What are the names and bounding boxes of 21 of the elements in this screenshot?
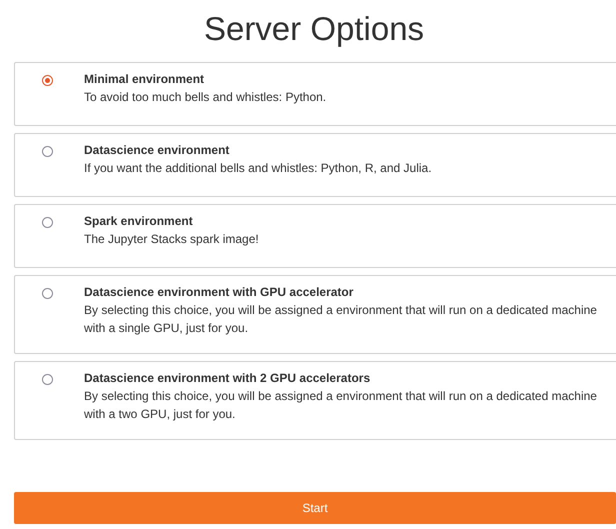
option-name: Datascience environment with 2 GPU accelerators <box>84 370 372 387</box>
option-card[interactable]: Spark environment The Jupyter Stacks spark image! <box>14 204 616 268</box>
option-description: The Jupyter Stacks spark image! <box>84 231 259 248</box>
option-description: By selecting this choice, you will be assigned a environment that will run on a dedicated machine with a single GPU, just for you. <box>84 302 598 337</box>
radio-button[interactable] <box>42 374 53 385</box>
option-description: If you want the additional bells and whistles: Python, R, and Julia. <box>84 160 432 177</box>
option-description: To avoid too much bells and whistles: Python. <box>84 89 326 106</box>
option-name: Spark environment <box>84 213 194 230</box>
option-card[interactable]: Datascience environment with GPU accelerator By selecting this choice, you will be assigned a environment that will run on a dedicated machine with a single GPU, just for you. <box>14 275 616 354</box>
option-name: Datascience environment <box>84 142 230 159</box>
option-card[interactable]: Datascience environment If you want the additional bells and whistles: Python, R, and Julia. <box>14 133 616 197</box>
radio-button[interactable] <box>42 288 53 299</box>
page-title: Server Options <box>202 9 426 49</box>
option-name: Datascience environment with GPU accelerator <box>84 284 354 301</box>
option-card[interactable]: Datascience environment with 2 GPU accelerators By selecting this choice, you will be assigned a environment that will run on a dedicated machine with a two GPU, just for you. <box>14 361 616 440</box>
radio-button[interactable] <box>42 217 53 228</box>
option-name: Minimal environment <box>84 71 206 88</box>
option-card[interactable]: Minimal environment To avoid too much bells and whistles: Python. <box>14 62 616 126</box>
radio-button[interactable] <box>42 75 53 86</box>
radio-button[interactable] <box>42 146 53 157</box>
option-description: By selecting this choice, you will be assigned a environment that will run on a dedicated machine with a two GPU, just for you. <box>84 388 598 423</box>
